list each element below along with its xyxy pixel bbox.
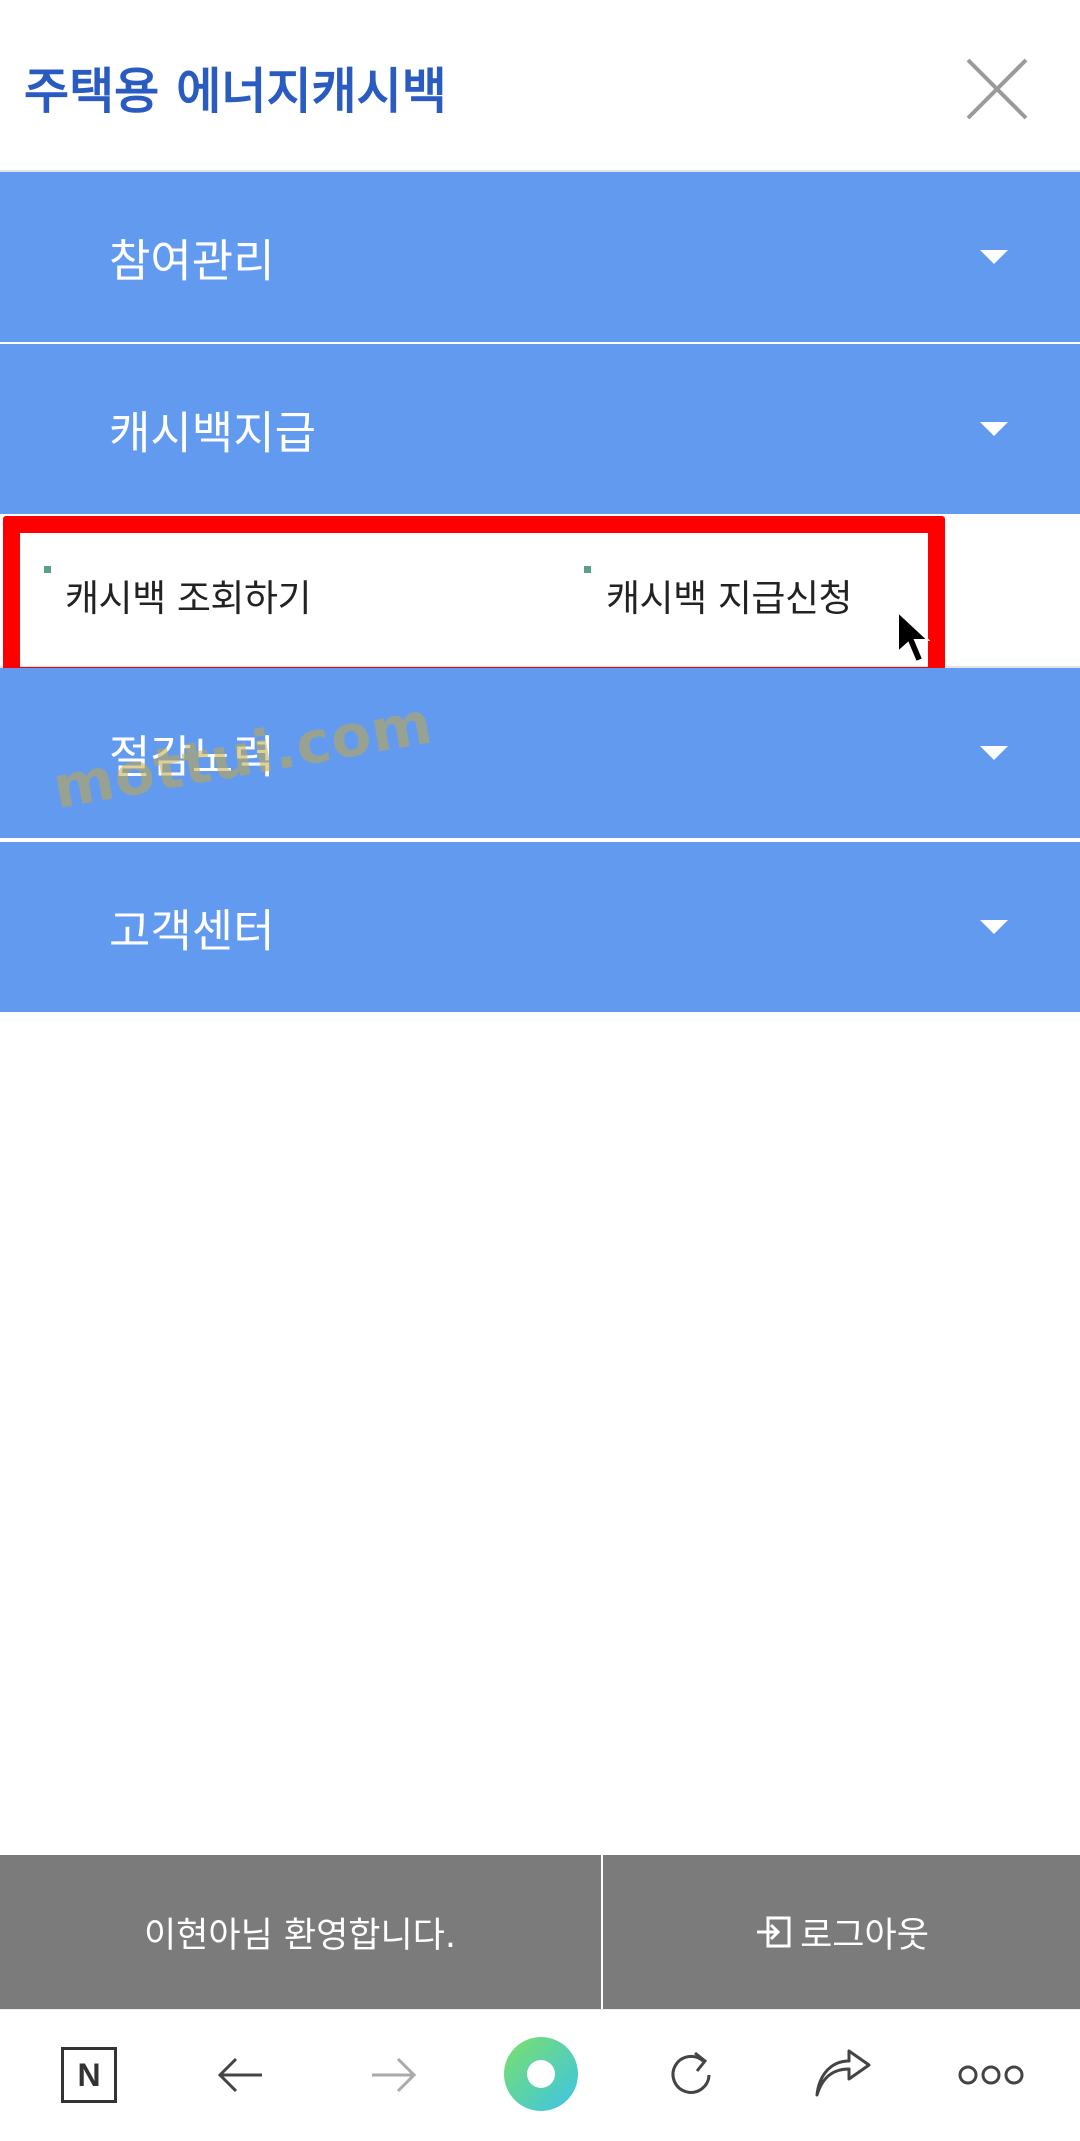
more-icon[interactable] <box>956 2040 1026 2110</box>
app-logo[interactable]: 주택용 에너지캐시백 <box>24 52 447 123</box>
naver-letter: N <box>61 2047 117 2103</box>
naver-icon[interactable]: N <box>54 2040 124 2110</box>
home-icon[interactable] <box>503 2036 579 2112</box>
menu-label: 고객센터 <box>109 904 275 958</box>
logout-icon <box>757 1916 791 1948</box>
mouse-cursor-icon <box>897 610 930 664</box>
menu-label: 캐시백지급 <box>109 406 317 460</box>
chevron-down-icon <box>980 746 1008 760</box>
close-icon[interactable] <box>962 54 1032 124</box>
app-header: 주택용 에너지캐시백 <box>0 0 1080 172</box>
chevron-down-icon <box>980 250 1008 264</box>
back-icon[interactable] <box>206 2040 276 2110</box>
forward-icon[interactable] <box>358 2040 428 2110</box>
browser-nav-bar: N <box>0 2009 1080 2141</box>
menu-item-cashback-payment[interactable]: 캐시백지급 <box>0 344 1080 514</box>
chevron-down-icon <box>980 422 1008 436</box>
share-icon[interactable] <box>808 2040 878 2110</box>
welcome-message: 이현아님 환영합니다. <box>143 1915 457 1956</box>
refresh-icon[interactable] <box>656 2040 726 2110</box>
logout-label: 로그아웃 <box>800 1915 929 1956</box>
menu-item-customer-center[interactable]: 고객센터 <box>0 842 1080 1012</box>
chevron-down-icon <box>980 920 1008 934</box>
menu-item-participation[interactable]: 참여관리 <box>0 172 1080 342</box>
footer-bar: 이현아님 환영합니다. 로그아웃 <box>0 1855 1080 2009</box>
logout-button[interactable]: 로그아웃 <box>603 1855 1080 2009</box>
menu-label: 참여관리 <box>109 234 275 288</box>
highlight-annotation <box>3 516 945 684</box>
